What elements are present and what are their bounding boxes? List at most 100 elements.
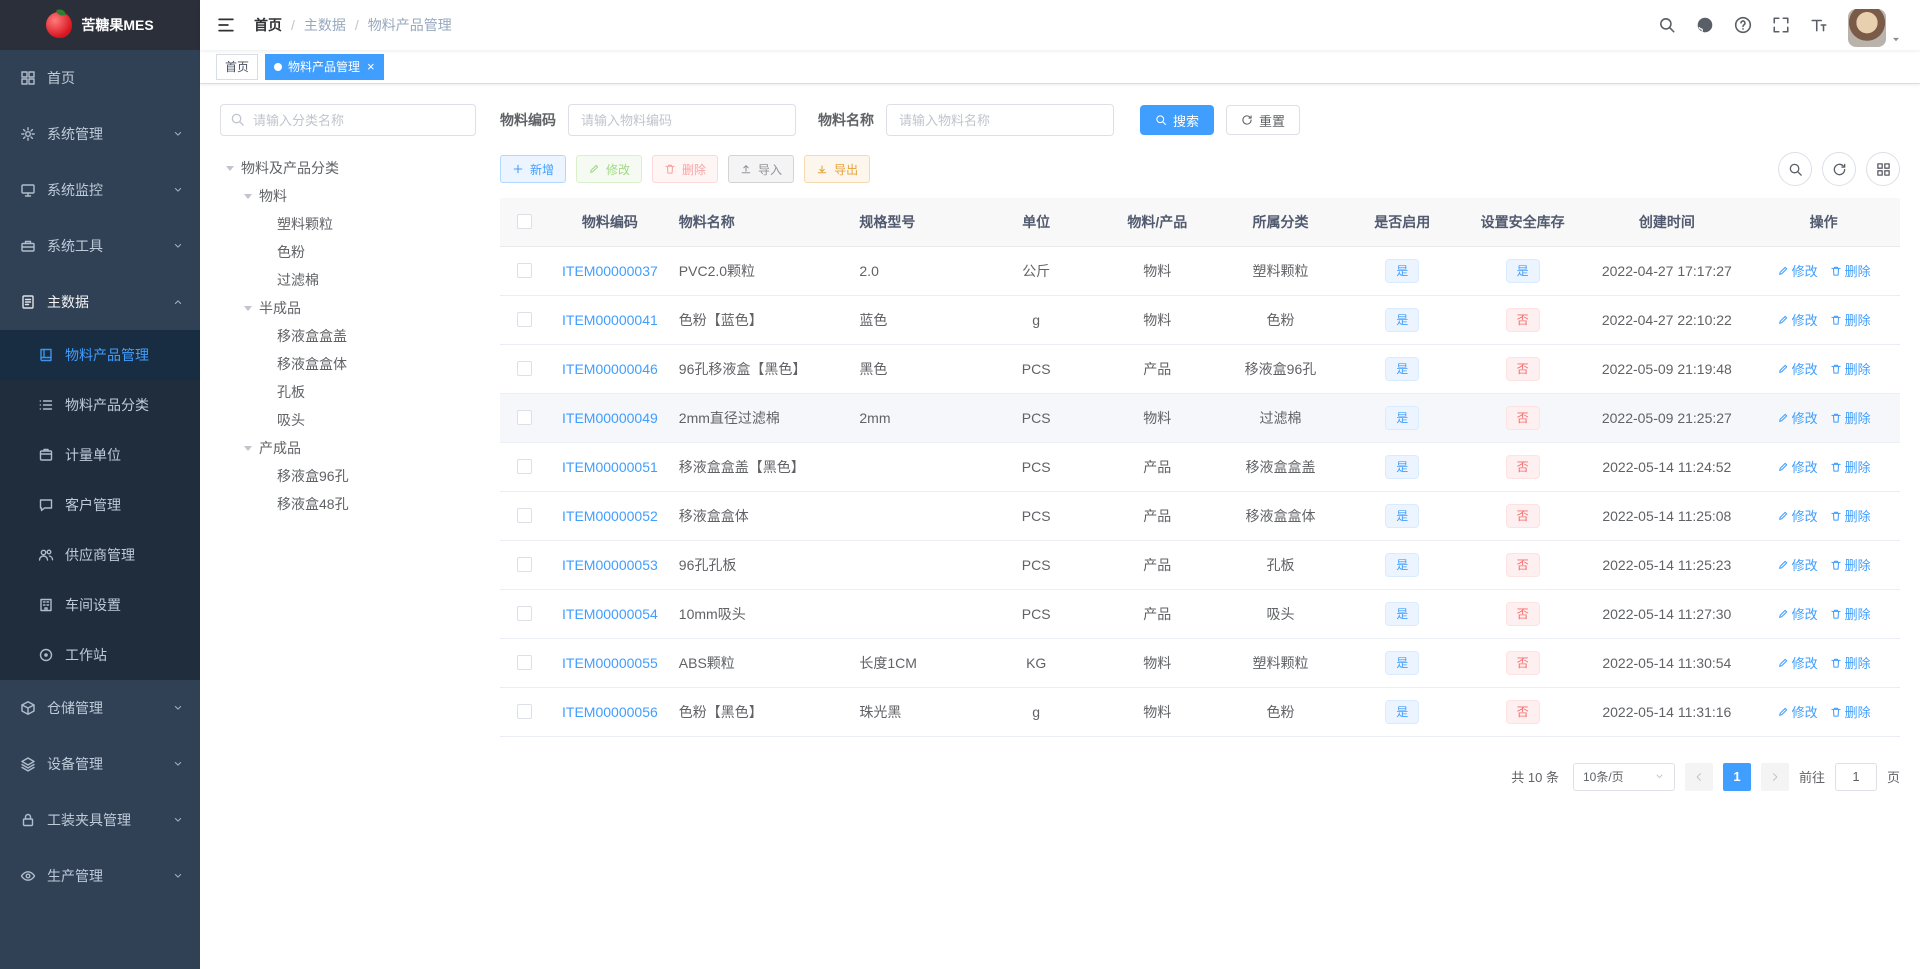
sidebar-subitem-material-product-manage[interactable]: 物料产品管理 — [0, 330, 200, 380]
row-checkbox[interactable] — [517, 360, 532, 376]
github-icon[interactable] — [1696, 16, 1714, 34]
question-icon[interactable] — [1734, 16, 1752, 34]
delete-row-link[interactable]: 删除 — [1830, 506, 1871, 525]
add-button[interactable]: 新增 — [500, 155, 567, 183]
goto-page-input[interactable] — [1834, 762, 1877, 791]
edit-row-link[interactable]: 修改 — [1777, 702, 1818, 721]
user-menu[interactable] — [1848, 3, 1902, 47]
tree-node[interactable]: 移液盒盒体 — [220, 350, 476, 378]
edit-row-link[interactable]: 修改 — [1777, 310, 1818, 329]
delete-row-link[interactable]: 删除 — [1830, 457, 1871, 476]
sidebar-item-fixture-manage[interactable]: 工装夹具管理 — [0, 792, 200, 848]
close-icon[interactable]: × — [367, 60, 375, 73]
tree-node[interactable]: 半成品 — [220, 294, 476, 322]
sidebar-subitem-measure-unit[interactable]: 计量单位 — [0, 430, 200, 480]
sidebar-subitem-customer-manage[interactable]: 客户管理 — [0, 480, 200, 530]
reset-button[interactable]: 重置 — [1226, 105, 1301, 135]
sidebar-item-warehouse-manage[interactable]: 仓储管理 — [0, 680, 200, 736]
sidebar-subitem-supplier-manage[interactable]: 供应商管理 — [0, 530, 200, 580]
tree-node[interactable]: 产成品 — [220, 434, 476, 462]
row-checkbox[interactable] — [517, 458, 532, 474]
tree-node[interactable]: 移液盒96孔 — [220, 462, 476, 490]
tree-node[interactable]: 物料及产品分类 — [220, 154, 476, 182]
prev-page-button[interactable] — [1684, 762, 1713, 791]
sidebar-item-system-tools[interactable]: 系统工具 — [0, 218, 200, 274]
tree-node[interactable]: 过滤棉 — [220, 266, 476, 294]
page-size-select[interactable]: 10条/页 — [1572, 762, 1675, 791]
sidebar-item-system-manage[interactable]: 系统管理 — [0, 106, 200, 162]
breadcrumb-item[interactable]: 首页 — [254, 15, 282, 35]
delete-row-link[interactable]: 删除 — [1830, 261, 1871, 280]
sidebar-item-equipment-manage[interactable]: 设备管理 — [0, 736, 200, 792]
edit-row-link[interactable]: 修改 — [1777, 261, 1818, 280]
delete-row-link[interactable]: 删除 — [1830, 408, 1871, 427]
sidebar-item-master-data[interactable]: 主数据 — [0, 274, 200, 330]
delete-row-link[interactable]: 删除 — [1830, 310, 1871, 329]
delete-row-link[interactable]: 删除 — [1830, 555, 1871, 574]
delete-row-link[interactable]: 删除 — [1830, 702, 1871, 721]
column-settings-button[interactable] — [1866, 152, 1900, 186]
tree-node[interactable]: 移液盒48孔 — [220, 490, 476, 518]
delete-row-link[interactable]: 删除 — [1830, 653, 1871, 672]
import-button[interactable]: 导入 — [728, 155, 795, 183]
edit-row-link[interactable]: 修改 — [1777, 506, 1818, 525]
row-checkbox[interactable] — [517, 556, 532, 572]
material-code-link[interactable]: ITEM00000055 — [562, 655, 658, 671]
edit-row-link[interactable]: 修改 — [1777, 604, 1818, 623]
row-checkbox[interactable] — [517, 409, 532, 425]
tree-node[interactable]: 色粉 — [220, 238, 476, 266]
tree-node[interactable]: 塑料颗粒 — [220, 210, 476, 238]
material-code-link[interactable]: ITEM00000037 — [562, 263, 658, 279]
tree-node[interactable]: 吸头 — [220, 406, 476, 434]
material-code-link[interactable]: ITEM00000053 — [562, 557, 658, 573]
row-checkbox[interactable] — [517, 703, 532, 719]
edit-row-link[interactable]: 修改 — [1777, 359, 1818, 378]
toggle-search-button[interactable] — [1778, 152, 1812, 186]
edit-row-link[interactable]: 修改 — [1777, 408, 1818, 427]
app-logo[interactable]: 苦糖果MES — [0, 0, 200, 50]
row-checkbox[interactable] — [517, 605, 532, 621]
row-checkbox[interactable] — [517, 311, 532, 327]
material-code-link[interactable]: ITEM00000041 — [562, 312, 658, 328]
material-code-link[interactable]: ITEM00000054 — [562, 606, 658, 622]
search-icon[interactable] — [1658, 16, 1676, 34]
sidebar-subitem-workstation[interactable]: 工作站 — [0, 630, 200, 680]
next-page-button[interactable] — [1760, 762, 1789, 791]
row-checkbox[interactable] — [517, 507, 532, 523]
material-code-link[interactable]: ITEM00000056 — [562, 704, 658, 720]
row-checkbox[interactable] — [517, 654, 532, 670]
material-name-input[interactable] — [886, 104, 1114, 136]
search-button[interactable]: 搜索 — [1140, 105, 1215, 135]
tab-item[interactable]: 首页 — [216, 53, 259, 80]
delete-row-link[interactable]: 删除 — [1830, 359, 1871, 378]
material-code-input[interactable] — [568, 104, 796, 136]
page-number-button[interactable]: 1 — [1722, 762, 1751, 791]
edit-row-link[interactable]: 修改 — [1777, 457, 1818, 476]
refresh-table-button[interactable] — [1822, 152, 1856, 186]
edit-button[interactable]: 修改 — [576, 155, 643, 183]
material-code-link[interactable]: ITEM00000046 — [562, 361, 658, 377]
row-checkbox[interactable] — [517, 262, 532, 278]
sidebar-item-system-monitor[interactable]: 系统监控 — [0, 162, 200, 218]
avatar[interactable] — [1848, 9, 1886, 47]
sidebar-item-home[interactable]: 首页 — [0, 50, 200, 106]
delete-button[interactable]: 删除 — [652, 155, 719, 183]
tree-node[interactable]: 物料 — [220, 182, 476, 210]
material-code-link[interactable]: ITEM00000052 — [562, 508, 658, 524]
delete-row-link[interactable]: 删除 — [1830, 604, 1871, 623]
font-size-icon[interactable] — [1810, 16, 1828, 34]
select-all-checkbox[interactable] — [517, 213, 532, 229]
edit-row-link[interactable]: 修改 — [1777, 653, 1818, 672]
tree-node[interactable]: 孔板 — [220, 378, 476, 406]
material-code-link[interactable]: ITEM00000051 — [562, 459, 658, 475]
sidebar-subitem-workshop-settings[interactable]: 车间设置 — [0, 580, 200, 630]
category-search-input[interactable] — [220, 104, 476, 136]
tree-node[interactable]: 移液盒盒盖 — [220, 322, 476, 350]
material-code-link[interactable]: ITEM00000049 — [562, 410, 658, 426]
tab-active[interactable]: 物料产品管理 × — [265, 53, 384, 80]
fullscreen-icon[interactable] — [1772, 16, 1790, 34]
sidebar-item-production-manage[interactable]: 生产管理 — [0, 848, 200, 904]
sidebar-toggle-icon[interactable] — [200, 15, 252, 35]
export-button[interactable]: 导出 — [804, 155, 871, 183]
sidebar-subitem-material-product-category[interactable]: 物料产品分类 — [0, 380, 200, 430]
